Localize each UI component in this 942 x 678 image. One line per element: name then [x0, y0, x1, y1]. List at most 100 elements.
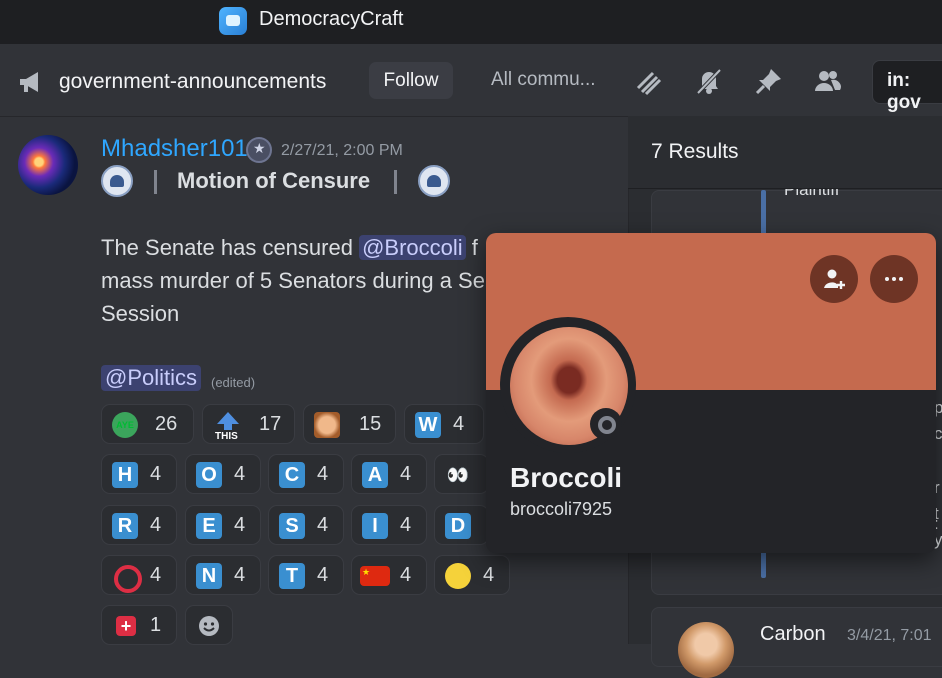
search-query[interactable]: in: gov — [887, 70, 942, 114]
reaction-count: 4 — [234, 564, 246, 586]
message-author[interactable]: Mhadsher101 — [101, 135, 248, 163]
reaction-count: 17 — [259, 413, 282, 435]
letter-d-icon: D — [445, 513, 471, 539]
offline-status-icon — [590, 408, 622, 440]
reaction-letter-c[interactable]: C 4 — [268, 454, 344, 494]
reaction-count: 4 — [317, 514, 329, 536]
reaction-count: 1 — [150, 614, 162, 636]
role-mention[interactable]: @Politics — [101, 365, 202, 391]
red-ring-emoji-icon — [114, 565, 142, 593]
letter-w-icon: W — [415, 412, 441, 438]
china-flag-emoji-icon: ★ — [360, 566, 390, 586]
letter-h-icon: H — [112, 462, 138, 488]
reaction-letter-s[interactable]: S 4 — [268, 505, 344, 545]
profile-display-name: Broccoli — [510, 462, 623, 493]
reaction-flag-cn[interactable]: ★ 4 — [351, 555, 427, 595]
reaction-letter-w[interactable]: W 4 — [404, 404, 484, 444]
reaction-letter-n[interactable]: N 4 — [185, 555, 261, 595]
notification-muted-icon[interactable] — [694, 66, 724, 96]
member-list-icon[interactable] — [812, 66, 842, 96]
message-text: f — [465, 235, 478, 260]
reaction-count: 4 — [400, 514, 412, 536]
reaction-letter-d[interactable]: D — [434, 505, 489, 545]
reaction-count: 4 — [150, 564, 162, 586]
reaction-this[interactable]: THIS 17 — [202, 404, 295, 444]
reaction-count: 4 — [453, 413, 465, 435]
letter-n-icon: N — [196, 563, 222, 589]
title-divider — [154, 170, 157, 194]
user-mention[interactable]: @Broccoli — [359, 235, 466, 260]
role-badge-icon — [246, 137, 272, 163]
letter-t-icon: T — [279, 563, 305, 589]
pinned-messages-icon[interactable] — [754, 66, 784, 96]
title-divider — [394, 170, 397, 194]
reaction-letter-o[interactable]: O 4 — [185, 454, 261, 494]
result-author[interactable]: Carbon — [760, 623, 826, 646]
user-profile-popout: Broccoli broccoli7925 — [486, 233, 936, 553]
reaction-count: 4 — [400, 463, 412, 485]
reaction-cross[interactable]: + 1 — [101, 605, 177, 645]
reaction-letter-e[interactable]: E 4 — [185, 505, 261, 545]
result-timestamp: 3/4/21, 7:01 — [847, 627, 932, 644]
message-body-line: Session — [101, 301, 180, 326]
add-friend-button[interactable] — [810, 255, 858, 303]
add-friend-icon — [824, 269, 845, 289]
title-bar — [0, 0, 942, 44]
author-avatar[interactable] — [18, 135, 78, 195]
letter-c-icon: C — [279, 462, 305, 488]
letter-r-icon: R — [112, 513, 138, 539]
profile-username: broccoli7925 — [510, 499, 613, 519]
more-icon — [885, 277, 903, 281]
add-reaction-icon — [199, 616, 219, 636]
reaction-count: 4 — [483, 564, 495, 586]
reaction-letter-r[interactable]: R 4 — [101, 505, 177, 545]
senate-emblem-icon — [101, 165, 133, 197]
reaction-letter-t[interactable]: T 4 — [268, 555, 344, 595]
message-text: The Senate has censured — [101, 235, 360, 260]
reaction-count: 4 — [400, 564, 412, 586]
letter-s-icon: S — [279, 513, 305, 539]
app-title: DemocracyCraft — [259, 8, 404, 30]
message-body-line: mass murder of 5 Senators during a Se — [101, 268, 485, 293]
reaction-count: 26 — [155, 413, 178, 435]
letter-i-icon: I — [362, 513, 388, 539]
this-label: THIS — [215, 431, 238, 440]
aye-emoji-icon: AYE — [112, 412, 138, 438]
democracycraft-server-icon — [219, 7, 247, 35]
more-options-button[interactable] — [870, 255, 918, 303]
reaction-count: 4 — [234, 514, 246, 536]
channel-name: government-announcements — [59, 70, 327, 93]
message-timestamp: 2/27/21, 2:00 PM — [281, 142, 403, 159]
follow-button[interactable]: Follow — [369, 62, 453, 99]
letter-e-icon: E — [196, 513, 222, 539]
announcement-channel-icon — [20, 72, 38, 92]
result-author-avatar[interactable] — [678, 622, 734, 678]
reaction-laughing-man[interactable]: 15 — [303, 404, 396, 444]
reaction-count: 4 — [317, 564, 329, 586]
reaction-aye[interactable]: AYE 26 — [101, 404, 194, 444]
reaction-count: 4 — [317, 463, 329, 485]
reaction-letter-h[interactable]: H 4 — [101, 454, 177, 494]
message-heading: Motion of Censure — [177, 168, 371, 193]
reaction-eyes[interactable]: 👀 — [434, 454, 489, 494]
senate-emblem-icon — [418, 165, 450, 197]
reaction-red-ring[interactable]: 4 — [101, 555, 177, 595]
reaction-pacman[interactable]: 4 — [434, 555, 510, 595]
community-selector[interactable]: All commu... — [491, 69, 596, 91]
reaction-count: 4 — [150, 514, 162, 536]
reaction-count: 15 — [359, 413, 382, 435]
pacman-emoji-icon — [445, 563, 471, 589]
face-emoji-icon — [314, 412, 340, 438]
threads-icon[interactable] — [633, 66, 663, 96]
edited-indicator: (edited) — [211, 375, 256, 390]
reaction-letter-a[interactable]: A 4 — [351, 454, 427, 494]
reaction-letter-i[interactable]: I 4 — [351, 505, 427, 545]
message-body-line: The Senate has censured @Broccoli f — [101, 235, 478, 261]
add-reaction-button[interactable] — [185, 605, 233, 645]
letter-o-icon: O — [196, 462, 222, 488]
results-count: 7 Results — [651, 140, 739, 163]
eyes-emoji-icon: 👀 — [446, 465, 470, 485]
reaction-count: 4 — [150, 463, 162, 485]
red-cross-emoji-icon: + — [116, 616, 136, 636]
reaction-count: 4 — [234, 463, 246, 485]
